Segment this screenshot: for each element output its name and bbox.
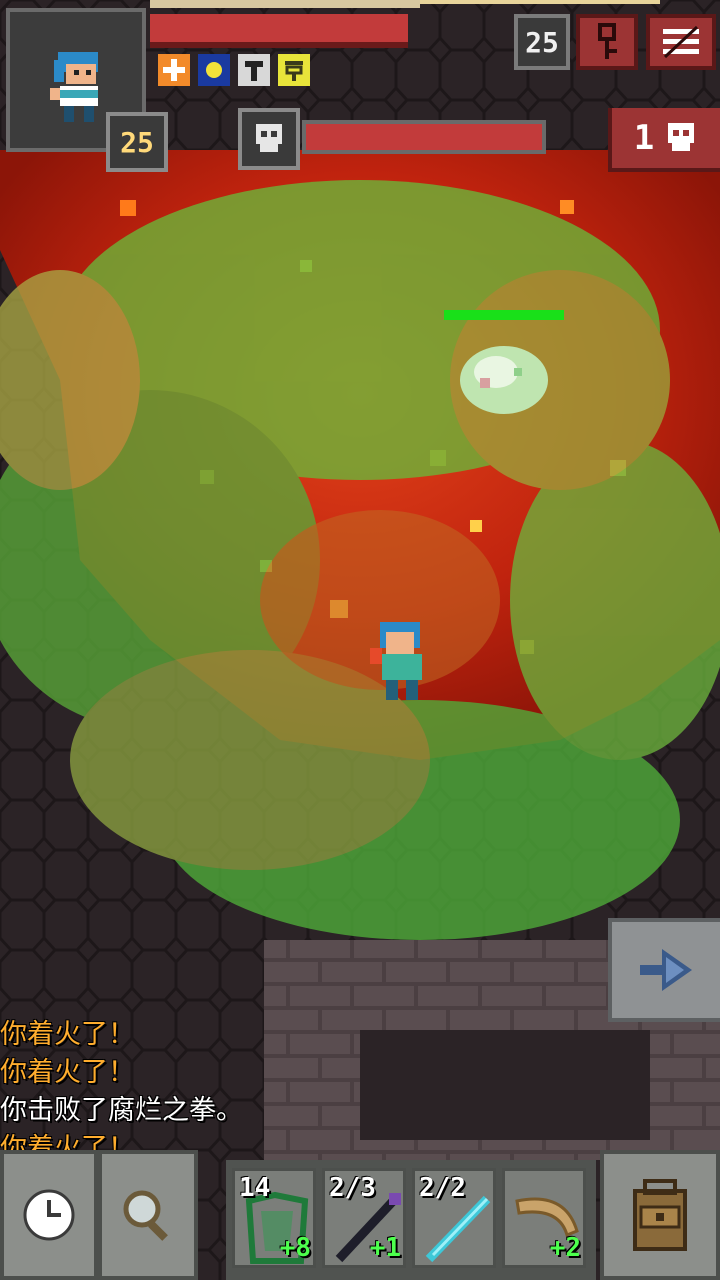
log-line: 你着火了！ — [0, 1057, 135, 1088]
main-menu-button[interactable] — [646, 14, 716, 70]
wait-button[interactable] — [0, 1150, 98, 1280]
inventory-button[interactable] — [600, 1150, 720, 1280]
experience-bar — [150, 0, 420, 8]
key-icon — [598, 23, 617, 59]
skull-icon — [668, 123, 695, 151]
toxic-gas-cloud — [0, 180, 720, 940]
top-hud: 25 25 1 — [0, 0, 720, 180]
magnifier-icon — [123, 1190, 168, 1241]
light-orb-icon[interactable] — [198, 54, 230, 86]
quickslot-count: 14 — [239, 1173, 271, 1203]
quickslot-charges: 2/3 — [329, 1173, 376, 1203]
log-line: 你击败了腐烂之拳。 — [0, 1095, 243, 1126]
quickslot-4[interactable]: +2 — [502, 1168, 586, 1268]
gas-spirit-enemy[interactable] — [456, 338, 552, 418]
quickslot-bonus: +1 — [369, 1233, 401, 1263]
fire-ward-icon[interactable] — [158, 54, 190, 86]
hero-avatar-icon — [50, 52, 98, 122]
hero-level-badge: 25 — [106, 112, 168, 172]
journal-key-button[interactable] — [576, 14, 638, 70]
hero-health-bar — [150, 14, 408, 48]
quickslot-3[interactable]: 2/2 — [412, 1168, 496, 1268]
quickslot-bonus: +8 — [279, 1233, 311, 1263]
game-log: 你着火了！ 你着火了！ 你击败了腐烂之拳。 你着火了！ — [0, 1016, 600, 1168]
quickslot-1[interactable]: 14 +8 — [232, 1168, 316, 1268]
rune-icon[interactable] — [278, 54, 310, 86]
buff-list — [158, 54, 310, 86]
clock-icon — [23, 1189, 75, 1241]
visible-enemies-button[interactable]: 1 — [608, 108, 720, 172]
search-button[interactable] — [98, 1150, 198, 1280]
skull-icon — [256, 124, 282, 152]
menu-icon — [663, 25, 699, 59]
player-hero[interactable] — [368, 618, 438, 708]
hammer-icon[interactable] — [238, 54, 270, 86]
resume-motion-button[interactable] — [608, 918, 720, 1022]
backpack-icon — [633, 1179, 687, 1251]
target-enemy-health-bar — [302, 120, 546, 154]
log-line: 你着火了！ — [0, 1019, 135, 1050]
target-enemy-portrait[interactable] — [238, 108, 300, 170]
quickslot-2[interactable]: 2/3 +1 — [322, 1168, 406, 1268]
quickslot-bonus: +2 — [549, 1233, 581, 1263]
dungeon-depth-indicator[interactable]: 25 — [514, 14, 570, 70]
arrow-right-icon — [640, 949, 692, 991]
enemy-count-label: 1 — [633, 118, 655, 158]
enemy-health-bar — [444, 310, 564, 320]
status-strip — [420, 0, 660, 4]
quickslot-charges: 2/2 — [419, 1173, 466, 1203]
